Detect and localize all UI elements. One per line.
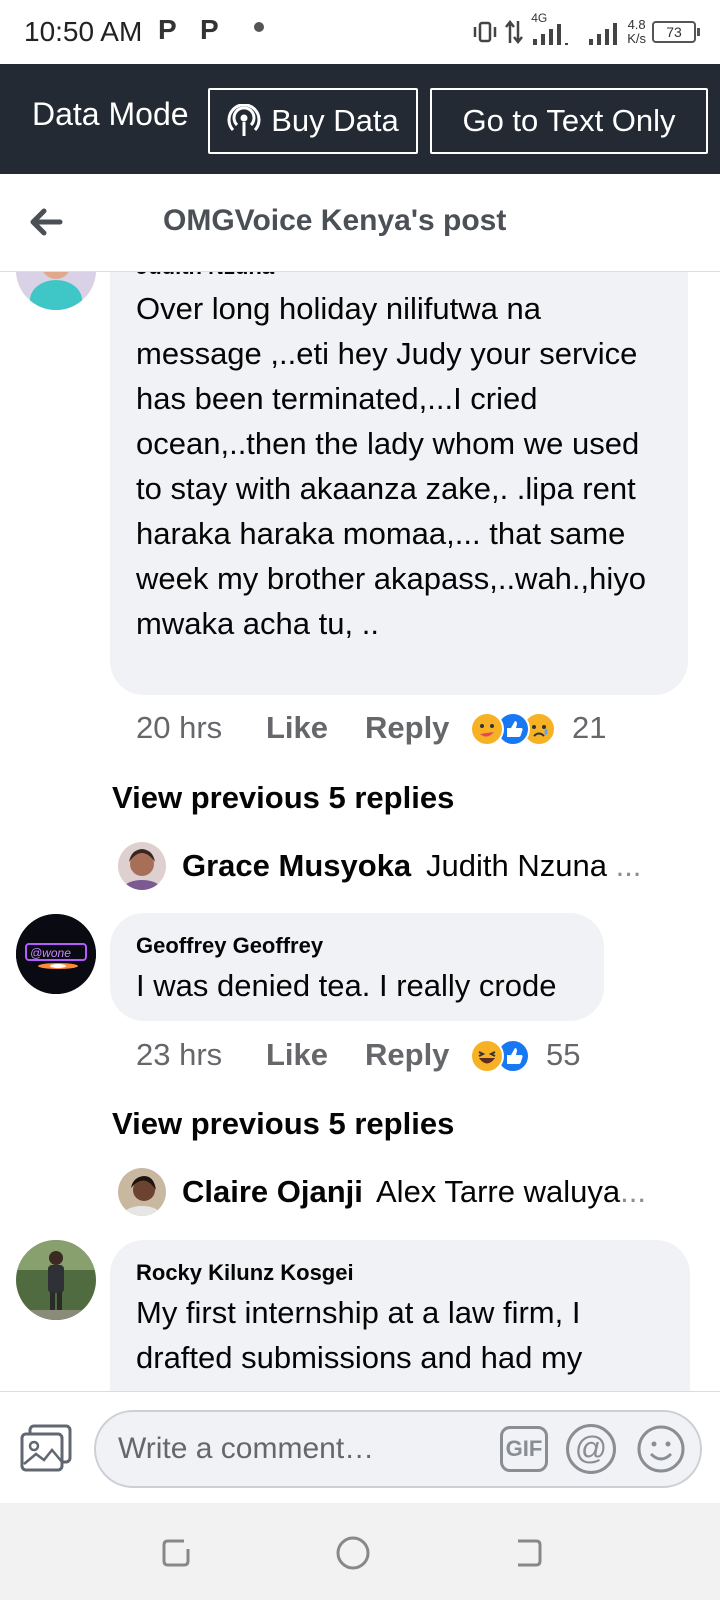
latest-reply[interactable]: Claire Ojanji Alex Tarre waluya...	[118, 1168, 678, 1220]
comment-meta: 20 hrs Like Reply 21	[136, 710, 696, 750]
status-time: 10:50 AM	[24, 16, 143, 47]
vibrate-icon	[473, 21, 497, 43]
comment-author[interactable]: Rocky Kilunz Kosgei	[136, 1260, 354, 1286]
buy-data-label: Buy Data	[271, 103, 399, 138]
data-mode-bar: Data Mode Buy Data Go to Text Only	[0, 64, 720, 174]
mention-icon[interactable]: @	[566, 1424, 616, 1474]
comments-feed[interactable]: Judith Nzuna Over long holiday nilifutwa…	[0, 272, 720, 1391]
reply-author[interactable]: Claire Ojanji	[182, 1174, 363, 1210]
comment-text: Over long holiday nilifutwa na message ,…	[136, 291, 647, 641]
signal-icon	[589, 23, 618, 45]
comment-time: 20 hrs	[136, 710, 223, 745]
home-icon[interactable]	[335, 1535, 371, 1571]
data-arrows-icon	[505, 19, 524, 45]
comment-meta: 23 hrs Like Reply 55	[136, 1037, 696, 1077]
battery-icon: 73	[652, 21, 700, 43]
recents-icon[interactable]	[158, 1535, 194, 1571]
gif-icon[interactable]: GIF	[500, 1426, 548, 1472]
svg-text:@wone: @wone	[30, 946, 71, 960]
notification-dot-icon	[254, 22, 264, 32]
system-nav-bar	[0, 1503, 720, 1600]
photo-icon[interactable]	[20, 1424, 72, 1472]
reaction-count[interactable]: 21	[572, 710, 606, 746]
reply-author[interactable]: Grace Musyoka	[182, 848, 411, 884]
comment-author[interactable]: Geoffrey Geoffrey	[136, 933, 323, 959]
haha-reaction-icon	[470, 1039, 504, 1073]
comment-text: My first internship at a law firm, I dra…	[136, 1295, 583, 1375]
text-only-label: Go to Text Only	[462, 103, 676, 138]
comment-author[interactable]: Judith Nzuna	[136, 272, 274, 280]
notification-p-icon-2: P	[200, 14, 219, 45]
status-bar: 10:50 AM P P 4G 4.8 K/s 73	[0, 0, 720, 64]
avatar[interactable]	[118, 842, 166, 890]
like-button[interactable]: Like	[266, 1037, 328, 1073]
comment-composer: Write a comment… GIF @	[0, 1391, 720, 1503]
text-only-button[interactable]: Go to Text Only	[430, 88, 708, 154]
avatar[interactable]	[16, 1240, 96, 1320]
view-previous-replies[interactable]: View previous 5 replies	[112, 780, 454, 816]
reply-snippet: Judith Nzuna ...	[426, 848, 642, 883]
reply-snippet: Alex Tarre waluya...	[376, 1174, 646, 1209]
reaction-count[interactable]: 55	[546, 1037, 580, 1073]
comment-bubble[interactable]: Geoffrey Geoffrey I was denied tea. I re…	[110, 913, 604, 1021]
comment-bubble[interactable]: Judith Nzuna Over long holiday nilifutwa…	[110, 272, 688, 695]
avatar[interactable]	[16, 272, 96, 310]
comment-placeholder: Write a comment…	[118, 1432, 375, 1465]
reactions[interactable]	[470, 1039, 536, 1075]
view-previous-replies[interactable]: View previous 5 replies	[112, 1106, 454, 1142]
comment-bubble[interactable]: Rocky Kilunz Kosgei My first internship …	[110, 1240, 690, 1391]
back-arrow-icon[interactable]	[26, 202, 66, 242]
reactions[interactable]	[470, 712, 562, 748]
comment-time: 23 hrs	[136, 1037, 223, 1072]
network-speed: 4.8 K/s	[627, 17, 646, 46]
comment-input[interactable]: Write a comment… GIF @	[94, 1410, 702, 1488]
back-nav-icon[interactable]	[510, 1535, 546, 1571]
signal-4g-icon: 4G	[529, 11, 581, 47]
latest-reply[interactable]: Grace Musyoka Judith Nzuna ...	[118, 842, 678, 894]
broadcast-icon	[227, 104, 261, 136]
page-title: OMGVoice Kenya's post	[163, 204, 507, 237]
status-right: 4G 4.8 K/s 73	[471, 11, 700, 50]
emoji-icon[interactable]	[636, 1424, 686, 1474]
post-header: OMGVoice Kenya's post	[0, 174, 720, 272]
avatar[interactable]	[118, 1168, 166, 1216]
avatar[interactable]: @wone	[16, 914, 96, 994]
notification-p-icon: P	[158, 14, 177, 45]
data-mode-label: Data Mode	[32, 96, 189, 132]
buy-data-button[interactable]: Buy Data	[208, 88, 418, 154]
reply-button[interactable]: Reply	[365, 1037, 449, 1073]
comment-text: I was denied tea. I really crode	[136, 968, 557, 1003]
like-button[interactable]: Like	[266, 710, 328, 746]
care-reaction-icon	[470, 712, 504, 746]
reply-button[interactable]: Reply	[365, 710, 449, 746]
